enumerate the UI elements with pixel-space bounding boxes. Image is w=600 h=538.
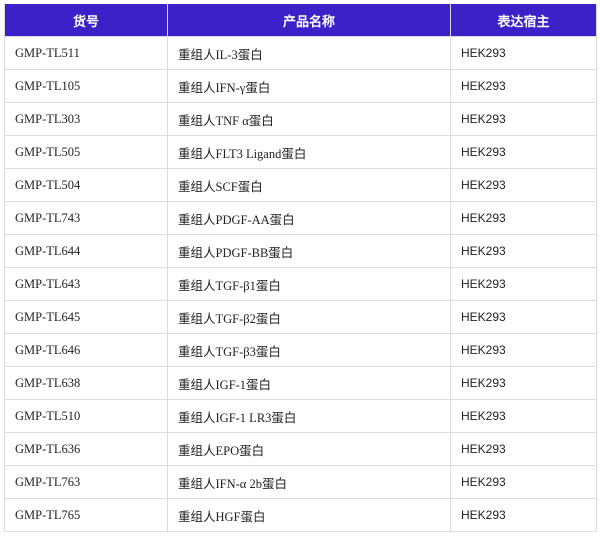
- product-name-cell: 重组人HGF蛋白: [167, 498, 451, 532]
- catalog-number-cell: GMP-TL303: [4, 102, 168, 136]
- expression-host-cell: HEK293: [450, 234, 597, 268]
- catalog-number-cell: GMP-TL646: [4, 333, 168, 367]
- column-header-product-name: 产品名称: [167, 4, 451, 37]
- catalog-number-cell: GMP-TL504: [4, 168, 168, 202]
- catalog-number-cell: GMP-TL644: [4, 234, 168, 268]
- expression-host-cell: HEK293: [450, 267, 597, 301]
- table-row: GMP-TL511 重组人IL-3蛋白 HEK293: [4, 36, 597, 70]
- product-name-cell: 重组人TGF-β1蛋白: [167, 267, 451, 301]
- product-name-cell: 重组人TGF-β2蛋白: [167, 300, 451, 334]
- product-name-cell: 重组人SCF蛋白: [167, 168, 451, 202]
- table-row: GMP-TL763 重组人IFN-α 2b蛋白 HEK293: [4, 465, 597, 499]
- catalog-number-cell: GMP-TL510: [4, 399, 168, 433]
- product-name-cell: 重组人PDGF-AA蛋白: [167, 201, 451, 235]
- table-row: GMP-TL645 重组人TGF-β2蛋白 HEK293: [4, 300, 597, 334]
- table-row: GMP-TL644 重组人PDGF-BB蛋白 HEK293: [4, 234, 597, 268]
- table-row: GMP-TL743 重组人PDGF-AA蛋白 HEK293: [4, 201, 597, 235]
- expression-host-cell: HEK293: [450, 135, 597, 169]
- expression-host-cell: HEK293: [450, 36, 597, 70]
- catalog-number-cell: GMP-TL105: [4, 69, 168, 103]
- table-row: GMP-TL303 重组人TNF α蛋白 HEK293: [4, 102, 597, 136]
- catalog-number-cell: GMP-TL743: [4, 201, 168, 235]
- product-name-cell: 重组人IGF-1蛋白: [167, 366, 451, 400]
- expression-host-cell: HEK293: [450, 333, 597, 367]
- catalog-number-cell: GMP-TL763: [4, 465, 168, 499]
- expression-host-cell: HEK293: [450, 168, 597, 202]
- product-table: 货号 产品名称 表达宿主 GMP-TL511 重组人IL-3蛋白 HEK293 GMP…: [4, 4, 597, 532]
- catalog-number-cell: GMP-TL638: [4, 366, 168, 400]
- table-row: GMP-TL638 重组人IGF-1蛋白 HEK293: [4, 366, 597, 400]
- expression-host-cell: HEK293: [450, 201, 597, 235]
- expression-host-cell: HEK293: [450, 102, 597, 136]
- expression-host-cell: HEK293: [450, 399, 597, 433]
- table-row: GMP-TL504 重组人SCF蛋白 HEK293: [4, 168, 597, 202]
- product-name-cell: 重组人IGF-1 LR3蛋白: [167, 399, 451, 433]
- expression-host-cell: HEK293: [450, 498, 597, 532]
- table-row: GMP-TL636 重组人EPO蛋白 HEK293: [4, 432, 597, 466]
- table-row: GMP-TL505 重组人FLT3 Ligand蛋白 HEK293: [4, 135, 597, 169]
- column-header-catalog-number: 货号: [4, 4, 168, 37]
- product-name-cell: 重组人FLT3 Ligand蛋白: [167, 135, 451, 169]
- table-row: GMP-TL765 重组人HGF蛋白 HEK293: [4, 498, 597, 532]
- table-row: GMP-TL646 重组人TGF-β3蛋白 HEK293: [4, 333, 597, 367]
- catalog-number-cell: GMP-TL645: [4, 300, 168, 334]
- catalog-number-cell: GMP-TL636: [4, 432, 168, 466]
- table-row: GMP-TL643 重组人TGF-β1蛋白 HEK293: [4, 267, 597, 301]
- table-row: GMP-TL105 重组人IFN-γ蛋白 HEK293: [4, 69, 597, 103]
- column-header-expression-host: 表达宿主: [450, 4, 597, 37]
- table-row: GMP-TL510 重组人IGF-1 LR3蛋白 HEK293: [4, 399, 597, 433]
- catalog-number-cell: GMP-TL505: [4, 135, 168, 169]
- product-name-cell: 重组人TGF-β3蛋白: [167, 333, 451, 367]
- expression-host-cell: HEK293: [450, 465, 597, 499]
- product-name-cell: 重组人IL-3蛋白: [167, 36, 451, 70]
- table-body: GMP-TL511 重组人IL-3蛋白 HEK293 GMP-TL105 重组人IFN-…: [4, 36, 597, 532]
- product-name-cell: 重组人EPO蛋白: [167, 432, 451, 466]
- expression-host-cell: HEK293: [450, 366, 597, 400]
- product-name-cell: 重组人IFN-γ蛋白: [167, 69, 451, 103]
- catalog-number-cell: GMP-TL643: [4, 267, 168, 301]
- catalog-number-cell: GMP-TL765: [4, 498, 168, 532]
- table-header-row: 货号 产品名称 表达宿主: [4, 4, 597, 37]
- product-name-cell: 重组人PDGF-BB蛋白: [167, 234, 451, 268]
- product-name-cell: 重组人IFN-α 2b蛋白: [167, 465, 451, 499]
- catalog-number-cell: GMP-TL511: [4, 36, 168, 70]
- expression-host-cell: HEK293: [450, 432, 597, 466]
- expression-host-cell: HEK293: [450, 300, 597, 334]
- expression-host-cell: HEK293: [450, 69, 597, 103]
- product-name-cell: 重组人TNF α蛋白: [167, 102, 451, 136]
